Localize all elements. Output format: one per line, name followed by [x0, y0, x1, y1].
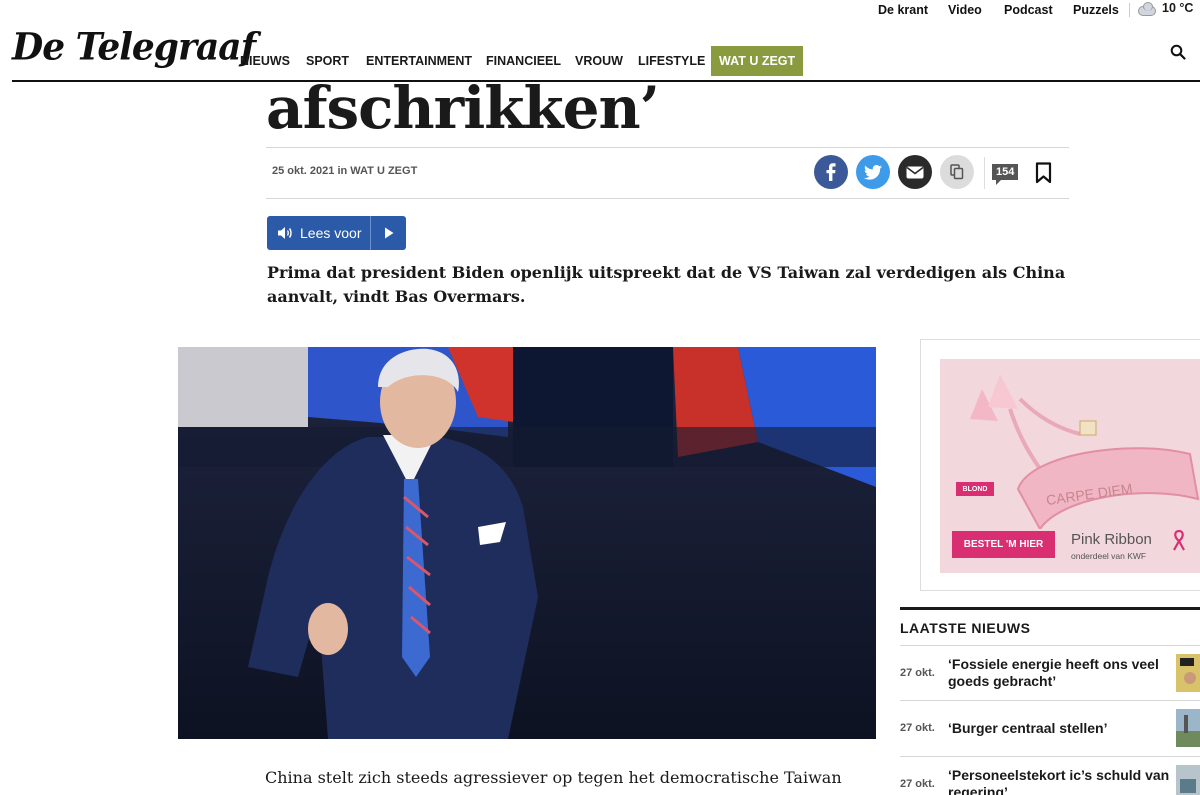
speaker-icon: [278, 227, 292, 239]
bookmark-icon[interactable]: [1035, 162, 1052, 184]
news-date: 27 okt.: [900, 667, 935, 679]
news-date: 27 okt.: [900, 722, 935, 734]
weather-widget[interactable]: 10 °C: [1138, 1, 1194, 16]
photo-illustration: [178, 347, 876, 739]
read-aloud-button[interactable]: Lees voor: [267, 216, 371, 250]
nav-entertainment[interactable]: ENTERTAINMENT: [366, 46, 472, 76]
share-divider: [984, 157, 985, 189]
bracelet-illustration: CARPE DIEM: [970, 374, 1200, 531]
share-email-button[interactable]: [898, 155, 932, 189]
comments-button[interactable]: 154: [992, 164, 1019, 185]
news-headline[interactable]: ‘Personeelstekort ic’s schuld van regeri…: [948, 767, 1172, 795]
read-aloud-label: Lees voor: [300, 225, 362, 241]
latest-news-divider: [900, 756, 1200, 757]
news-headline[interactable]: ‘Fossiele energie heeft ons veel goeds g…: [948, 656, 1172, 690]
ad-creative: CARPE DIEM BLOND BESTEL 'M HIER Pink Rib…: [940, 359, 1200, 573]
meta-divider-top: [266, 147, 1069, 148]
link-puzzels[interactable]: Puzzels: [1073, 3, 1119, 17]
link-video[interactable]: Video: [948, 3, 982, 17]
ad-blond-logo: BLOND: [956, 482, 994, 496]
utility-bar: De krant Video Podcast Puzzels 10 °C: [0, 0, 1200, 22]
ad-subtext: onderdeel van KWF: [1071, 551, 1147, 561]
twitter-icon: [864, 164, 882, 180]
link-de-krant[interactable]: De krant: [878, 3, 928, 17]
share-facebook-button[interactable]: [814, 155, 848, 189]
article-headline: afschrikken’: [266, 74, 660, 142]
cloud-icon: [1138, 2, 1156, 16]
site-logo[interactable]: De Telegraaf: [12, 25, 256, 69]
ad-brand: Pink Ribbon: [1071, 531, 1152, 548]
nav-vrouw[interactable]: VROUW: [575, 46, 623, 76]
copy-link-button[interactable]: [940, 155, 974, 189]
news-date: 27 okt.: [900, 778, 935, 790]
pink-ribbon-icon: [1173, 529, 1185, 551]
nav-nieuws[interactable]: NIEUWS: [240, 46, 290, 76]
utility-divider: [1129, 3, 1130, 17]
meta-divider-bottom: [266, 198, 1069, 199]
latest-news-divider: [900, 645, 1200, 646]
news-thumbnail: [1176, 654, 1200, 692]
article-meta: 25 okt. 2021 in WAT U ZEGT: [272, 165, 417, 177]
play-icon: [384, 227, 393, 239]
copy-icon: [950, 164, 964, 180]
weather-temperature: 10 °C: [1162, 1, 1194, 15]
ad-order-button[interactable]: BESTEL 'M HIER: [952, 531, 1055, 558]
article-date: 25 okt. 2021: [272, 165, 335, 177]
link-podcast[interactable]: Podcast: [1004, 3, 1053, 17]
news-thumbnail: [1176, 765, 1200, 795]
envelope-icon: [906, 166, 924, 178]
nav-lifestyle[interactable]: LIFESTYLE: [638, 46, 705, 76]
latest-news-divider: [900, 700, 1200, 701]
article-in-label: in: [337, 165, 348, 177]
share-twitter-button[interactable]: [856, 155, 890, 189]
nav-financieel[interactable]: FINANCIEEL: [486, 46, 561, 76]
article-section-link[interactable]: WAT U ZEGT: [350, 165, 417, 177]
article-body-line: China stelt zich steeds agressiever op t…: [265, 768, 842, 787]
news-thumbnail: [1176, 709, 1200, 747]
read-aloud-widget: Lees voor: [267, 216, 406, 250]
comment-count: 154: [992, 164, 1019, 185]
search-icon[interactable]: [1170, 44, 1186, 60]
advertisement[interactable]: CARPE DIEM BLOND BESTEL 'M HIER Pink Rib…: [920, 339, 1200, 591]
facebook-icon: [826, 163, 836, 181]
nav-sport[interactable]: SPORT: [306, 46, 349, 76]
article-intro: Prima dat president Biden openlijk uitsp…: [267, 263, 1066, 306]
nav-wat-u-zegt[interactable]: WAT U ZEGT: [711, 46, 804, 76]
article-photo: [178, 347, 876, 739]
news-headline[interactable]: ‘Burger centraal stellen’: [948, 720, 1172, 737]
play-button[interactable]: [371, 227, 406, 239]
latest-news-rule: [900, 607, 1200, 610]
latest-news-title: LAATSTE NIEUWS: [900, 620, 1031, 636]
